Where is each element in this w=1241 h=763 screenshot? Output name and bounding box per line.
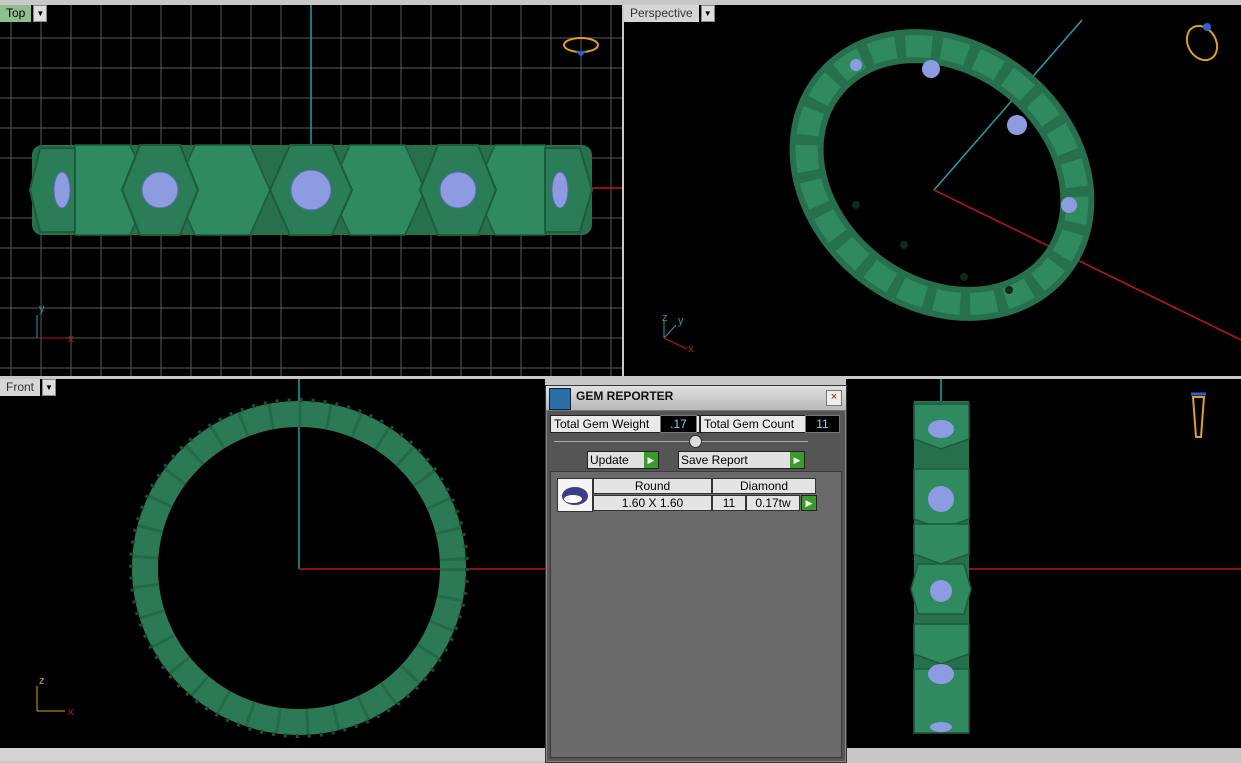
gem-weight: 0.17tw xyxy=(746,495,800,511)
gem-shape: Round xyxy=(593,478,712,494)
svg-text:y: y xyxy=(678,315,684,327)
chevron-down-icon[interactable]: ▼ xyxy=(700,5,715,22)
ring-icon-right xyxy=(1191,392,1206,438)
gem-reporter-titlebar[interactable]: GEM REPORTER × xyxy=(546,386,846,411)
status-strip xyxy=(0,748,545,761)
axis-gizmo-perspective: z y x xyxy=(662,312,694,355)
update-button[interactable]: Update ▶ xyxy=(587,451,659,469)
tab-perspective-label: Perspective xyxy=(624,5,699,22)
play-icon[interactable]: ▶ xyxy=(801,495,817,511)
gem-reporter-title: GEM REPORTER xyxy=(576,389,674,403)
tab-top-label: Top xyxy=(0,5,32,22)
gem-list[interactable]: Round Diamond 1.60 X 1.60 11 0.17tw ▶ xyxy=(550,471,842,758)
ring-icon-perspective xyxy=(1185,23,1219,62)
save-report-button-label: Save Report xyxy=(681,453,748,467)
svg-text:x: x xyxy=(68,333,74,345)
gem-count: 11 xyxy=(712,495,746,511)
play-icon: ▶ xyxy=(644,452,658,468)
play-icon: ▶ xyxy=(790,452,804,468)
viewport-perspective[interactable]: z y x Perspective ▼ xyxy=(624,5,1241,376)
tab-perspective[interactable]: Perspective ▼ xyxy=(624,5,715,22)
svg-text:z: z xyxy=(39,675,45,687)
right-view-canvas[interactable] xyxy=(846,379,1241,748)
gem-slider-track[interactable] xyxy=(554,441,808,442)
viewport-right[interactable] xyxy=(846,379,1241,748)
tab-front[interactable]: Front ▼ xyxy=(0,379,57,396)
perspective-view-canvas[interactable]: z y x xyxy=(624,5,1241,376)
round-gem-icon xyxy=(557,478,593,512)
save-report-button[interactable]: Save Report ▶ xyxy=(678,451,805,469)
svg-text:y: y xyxy=(39,303,45,315)
front-view-canvas[interactable]: z x xyxy=(0,379,545,748)
axis-gizmo-front: z x xyxy=(36,675,74,718)
ring-top-view[interactable] xyxy=(28,144,594,236)
total-gem-count-value: 11 xyxy=(805,415,840,433)
total-gem-count-label: Total Gem Count xyxy=(700,415,808,433)
svg-text:x: x xyxy=(68,706,74,718)
gem-reporter-app-icon xyxy=(549,388,571,410)
update-button-label: Update xyxy=(590,453,629,467)
axis-gizmo-top: y x xyxy=(36,303,74,345)
ring-side-view[interactable] xyxy=(910,401,972,734)
svg-text:z: z xyxy=(662,312,668,324)
tab-top[interactable]: Top ▼ xyxy=(0,5,48,22)
gem-slider-knob[interactable] xyxy=(689,435,702,448)
gem-row[interactable]: Round Diamond 1.60 X 1.60 11 0.17tw ▶ xyxy=(556,478,817,512)
tab-front-label: Front xyxy=(0,379,41,396)
top-view-canvas[interactable]: y x xyxy=(0,5,622,376)
gem-size: 1.60 X 1.60 xyxy=(593,495,712,511)
viewport-front[interactable]: z x Front ▼ xyxy=(0,379,545,748)
chevron-down-icon[interactable]: ▼ xyxy=(42,379,57,396)
total-gem-weight-value: .17 xyxy=(660,415,697,433)
gem-material: Diamond xyxy=(712,478,816,494)
chevron-down-icon[interactable]: ▼ xyxy=(33,5,48,22)
viewport-top[interactable]: y x Top ▼ xyxy=(0,5,622,376)
gem-reporter-panel[interactable]: GEM REPORTER × Total Gem Weight .17 Tota… xyxy=(545,385,847,763)
close-icon[interactable]: × xyxy=(826,390,842,406)
svg-text:x: x xyxy=(688,343,694,355)
